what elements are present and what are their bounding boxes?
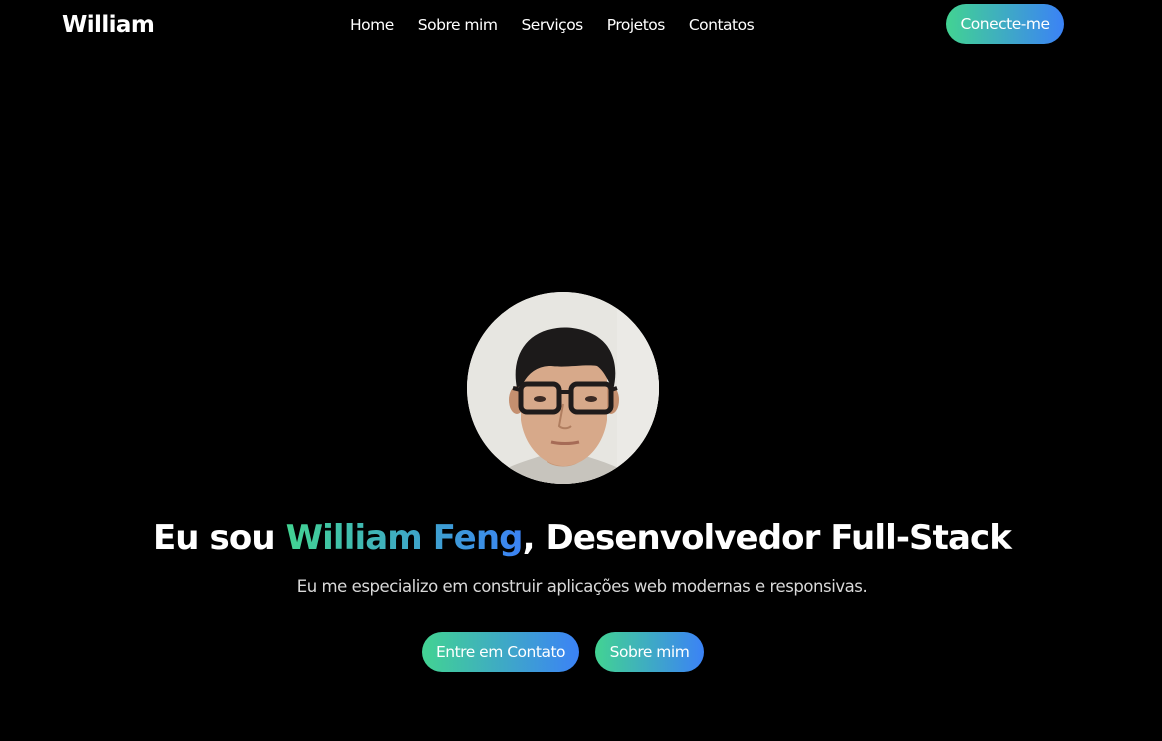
navbar: William Home Sobre mim Serviços Projetos…	[0, 0, 1162, 50]
nav-link-projetos[interactable]: Projetos	[607, 14, 666, 36]
hero-subtitle: Eu me especializo em construir aplicaçõe…	[296, 577, 868, 596]
contact-button[interactable]: Entre em Contato	[422, 632, 579, 672]
nav-links: Home Sobre mim Serviços Projetos Contato…	[350, 14, 755, 36]
profile-photo-icon	[467, 292, 659, 484]
nav-link-home[interactable]: Home	[350, 14, 394, 36]
hero-title-suffix: , Desenvolvedor Full-Stack	[522, 518, 1012, 558]
site-logo[interactable]: William	[62, 10, 155, 40]
nav-link-sobre-mim[interactable]: Sobre mim	[418, 14, 498, 36]
connect-button[interactable]: Conecte-me	[946, 4, 1064, 44]
nav-link-contatos[interactable]: Contatos	[689, 14, 755, 36]
hero-title-prefix: Eu sou	[152, 518, 286, 558]
about-button[interactable]: Sobre mim	[595, 632, 704, 672]
nav-link-servicos[interactable]: Serviços	[521, 14, 583, 36]
profile-avatar	[467, 292, 659, 484]
hero-title: Eu sou William Feng, Desenvolvedor Full-…	[0, 516, 1162, 560]
hero-title-name: William Feng	[285, 518, 524, 558]
